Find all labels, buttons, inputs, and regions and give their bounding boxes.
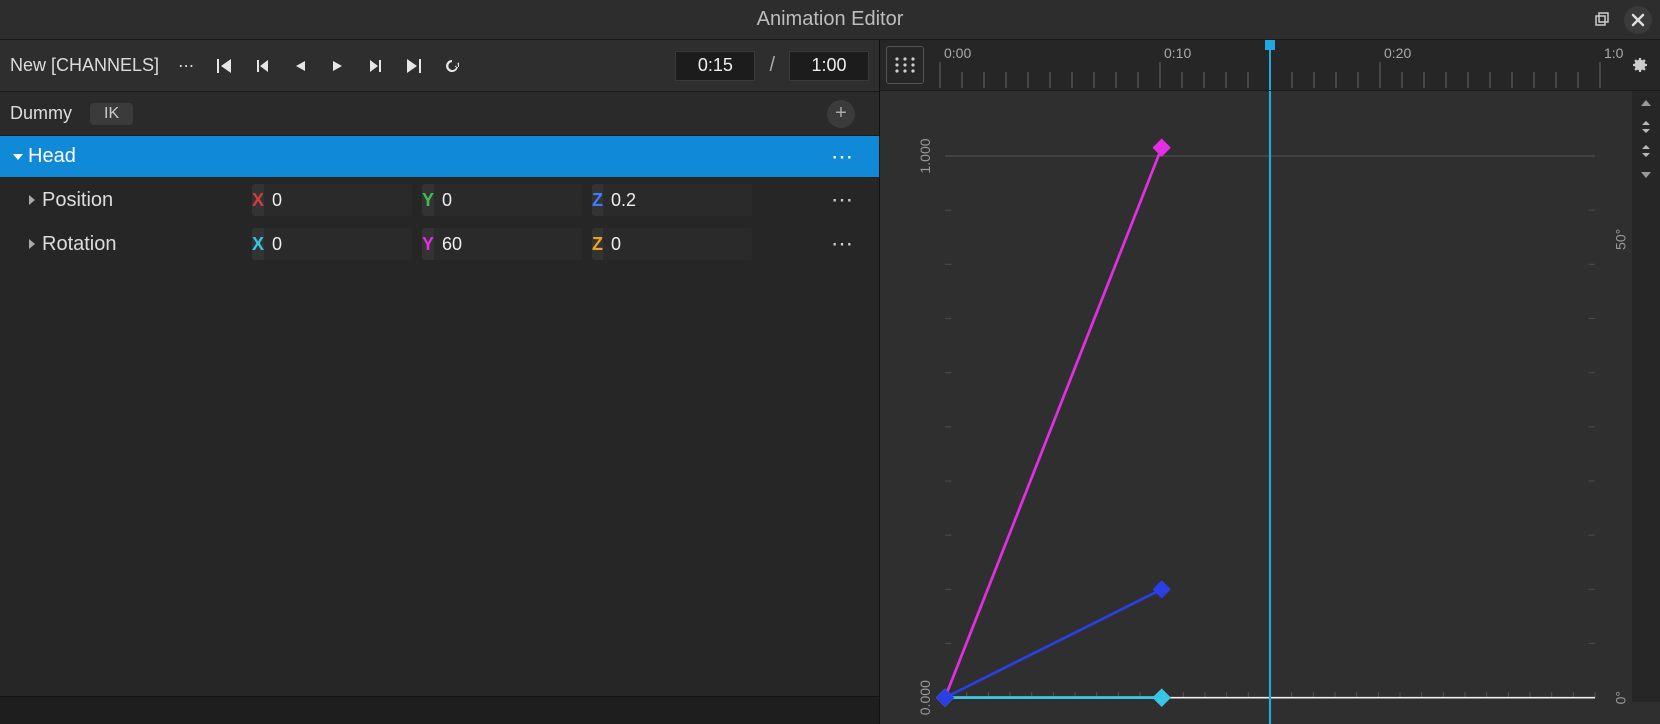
track-head[interactable]: Head ⋯	[0, 136, 879, 178]
chevron-right-icon[interactable]	[22, 194, 42, 206]
property-row-position: Position X Y Z ⋯	[0, 178, 879, 222]
curve-canvas[interactable]: 1.000 0.000 50° 0°	[880, 91, 1660, 724]
rotation-z-input[interactable]	[603, 228, 752, 260]
rotation-x-field[interactable]: X	[252, 228, 412, 260]
curve-toolbar: 0:00 0:10 0:20 1:00	[880, 40, 1660, 91]
axis-y-icon: Y	[422, 234, 434, 255]
svg-text:0°: 0°	[1612, 691, 1628, 704]
chevron-right-icon[interactable]	[22, 238, 42, 250]
duration-field[interactable]: 1:00	[789, 51, 869, 81]
position-x-field[interactable]: X	[252, 184, 412, 216]
axis-x-icon: X	[252, 190, 264, 211]
close-button[interactable]	[1624, 6, 1652, 34]
svg-text:1.000: 1.000	[917, 138, 933, 173]
position-y-field[interactable]: Y	[422, 184, 582, 216]
current-time-field[interactable]: 0:15	[675, 51, 755, 81]
svg-text:50°: 50°	[1612, 229, 1628, 250]
property-menu-button[interactable]: ⋯	[831, 187, 855, 213]
position-z-input[interactable]	[603, 184, 752, 216]
next-keyframe-button[interactable]	[359, 49, 393, 83]
go-to-start-button[interactable]	[207, 49, 241, 83]
play-button[interactable]	[321, 49, 355, 83]
scroll-down-button[interactable]	[1632, 163, 1660, 187]
track-hierarchy: Head ⋯ Position X Y Z ⋯ Rotation X	[0, 136, 879, 696]
play-reverse-button[interactable]	[283, 49, 317, 83]
position-y-input[interactable]	[434, 184, 582, 216]
axis-x-icon: X	[252, 234, 264, 255]
add-track-button[interactable]: +	[827, 100, 855, 128]
vertical-toolbar	[1632, 91, 1660, 702]
curve-editor-panel: 0:00 0:10 0:20 1:00 1.000 0.000 50° 0°	[880, 40, 1660, 724]
playback-toolbar: New [CHANNELS] ⋯ 0:15 / 1:00	[0, 40, 879, 92]
title-bar: Animation Editor	[0, 0, 1660, 40]
property-label: Rotation	[42, 233, 252, 256]
rotation-y-input[interactable]	[434, 228, 582, 260]
v-zoom-button[interactable]	[1632, 115, 1660, 139]
time-separator: /	[769, 54, 775, 77]
ik-mode[interactable]: IK	[90, 103, 133, 125]
track-menu-button[interactable]: ⋯	[831, 144, 855, 170]
window-title: Animation Editor	[757, 8, 904, 31]
timeline-ruler[interactable]: 0:00 0:10 0:20 1:00	[930, 40, 1624, 90]
loop-button[interactable]	[435, 49, 469, 83]
axis-y-icon: Y	[422, 190, 434, 211]
axis-z-icon: Z	[592, 234, 603, 255]
svg-text:0:00: 0:00	[944, 45, 971, 61]
left-footer	[0, 696, 879, 724]
previous-keyframe-button[interactable]	[245, 49, 279, 83]
animation-channels-tag: [CHANNELS]	[51, 55, 159, 75]
curve-area[interactable]: 1.000 0.000 50° 0°	[880, 91, 1660, 724]
go-to-end-button[interactable]	[397, 49, 431, 83]
v-zoom-button-2[interactable]	[1632, 139, 1660, 163]
settings-button[interactable]	[1624, 50, 1654, 80]
rotation-x-input[interactable]	[264, 228, 412, 260]
animation-name: New	[10, 55, 46, 75]
property-menu-button[interactable]: ⋯	[831, 231, 855, 257]
axis-z-icon: Z	[592, 190, 603, 211]
svg-text:1:00: 1:00	[1604, 45, 1624, 61]
rotation-z-field[interactable]: Z	[592, 228, 752, 260]
maximize-toggle-button[interactable]	[1588, 6, 1616, 34]
mode-row: Dummy IK +	[0, 92, 879, 136]
left-panel: New [CHANNELS] ⋯ 0:15 / 1:00 Dummy IK +	[0, 40, 880, 724]
snap-grid-button[interactable]	[886, 46, 924, 84]
animation-options-button[interactable]: ⋯	[169, 49, 203, 83]
expand-toggle-icon[interactable]	[8, 151, 28, 163]
scroll-up-button[interactable]	[1632, 91, 1660, 115]
position-x-input[interactable]	[264, 184, 412, 216]
property-label: Position	[42, 189, 252, 212]
svg-text:0.000: 0.000	[917, 680, 933, 715]
animation-selector[interactable]: New [CHANNELS]	[10, 55, 159, 76]
track-label: Head	[28, 145, 76, 168]
svg-text:0:10: 0:10	[1164, 45, 1191, 61]
position-z-field[interactable]: Z	[592, 184, 752, 216]
svg-text:0:20: 0:20	[1384, 45, 1411, 61]
property-row-rotation: Rotation X Y Z ⋯	[0, 222, 879, 266]
rotation-y-field[interactable]: Y	[422, 228, 582, 260]
dummy-mode[interactable]: Dummy	[10, 103, 72, 124]
